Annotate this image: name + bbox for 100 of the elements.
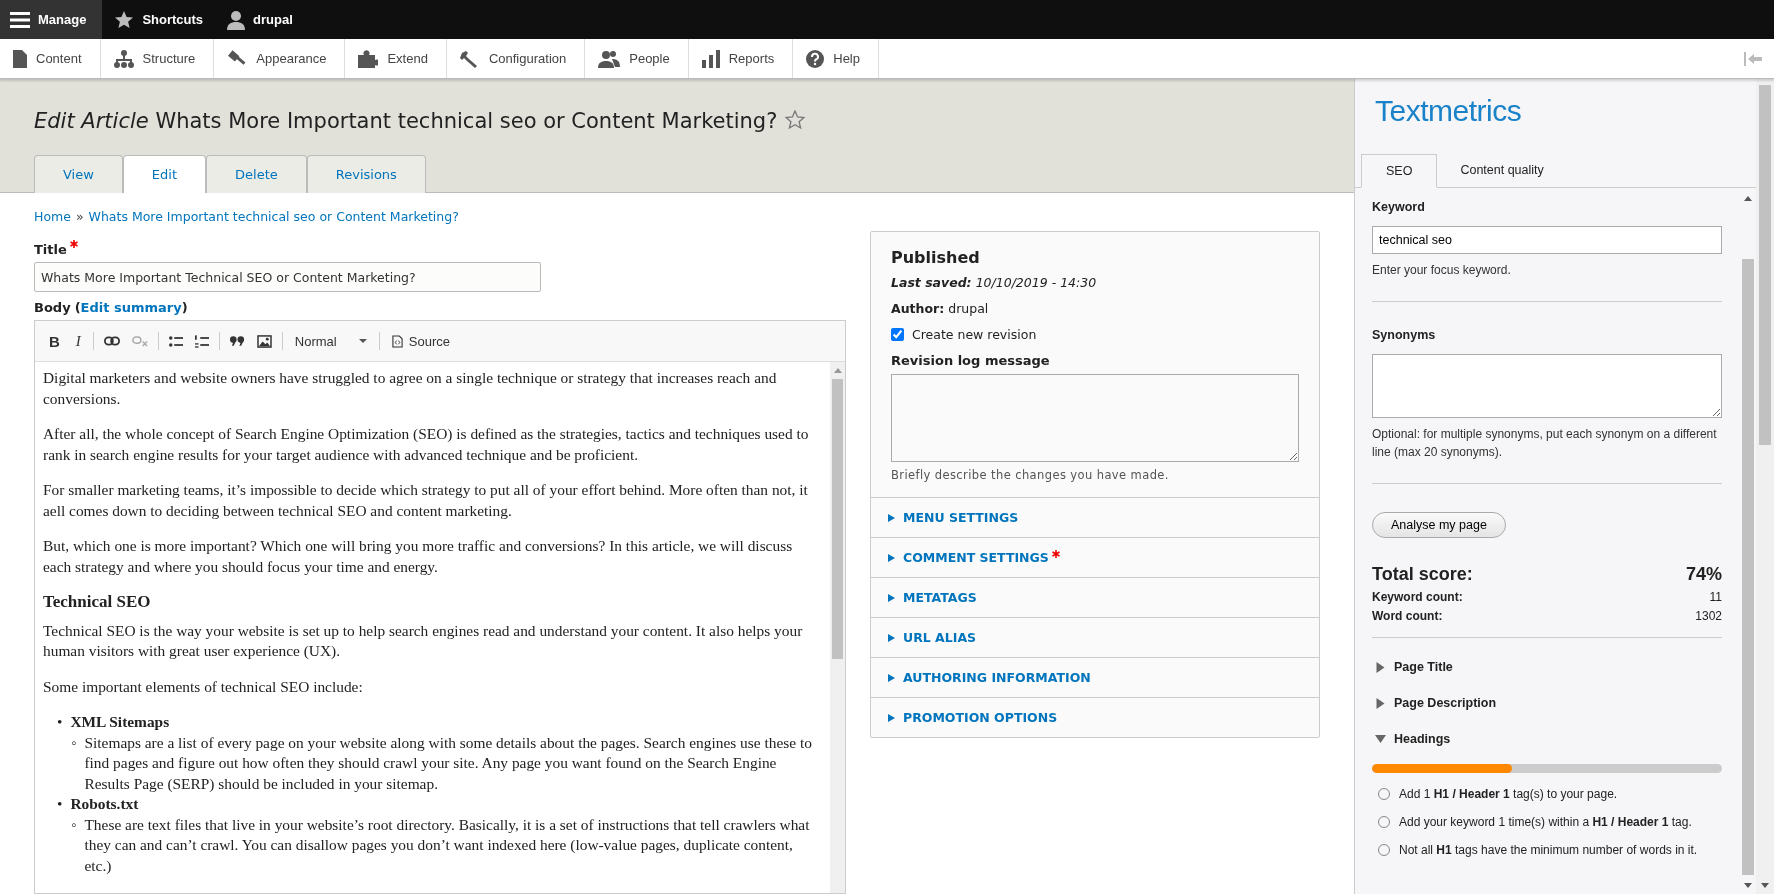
shortcuts-link[interactable]: Shortcuts: [102, 0, 216, 39]
triangle-down-icon: [1375, 735, 1386, 743]
page-scrollbar[interactable]: [1756, 79, 1774, 894]
meta-label: Author:: [891, 301, 945, 316]
nav-menu-item[interactable]: Structure: [100, 39, 215, 78]
hierarchy-icon: [113, 49, 134, 68]
scroll-down-arrow-icon[interactable]: [1761, 883, 1769, 888]
bullet-marker: ◦: [71, 814, 77, 835]
field-label: Keyword: [1372, 200, 1426, 214]
link-icon[interactable]: [103, 336, 120, 346]
stat-value: 11: [1709, 590, 1722, 604]
triangle-right-icon: [888, 553, 895, 562]
bold-button[interactable]: B: [45, 330, 64, 352]
field-label: Synonyms: [1372, 328, 1437, 342]
puzzle-icon: [358, 49, 379, 68]
collapsible-section-header[interactable]: PROMOTION OPTIONS: [888, 710, 1058, 725]
bullet-marker: •: [57, 712, 63, 732]
source-button[interactable]: Source: [387, 331, 455, 351]
body-paragraph: Technical SEO is the way your website is set up to help search engines read and understand your content. It also helps your human visitors with great user experience (UX).: [43, 620, 804, 661]
body-heading: Technical SEO: [43, 592, 152, 613]
stat-label: Word count:: [1372, 609, 1443, 623]
revision-checkbox[interactable]: [891, 328, 904, 341]
body-paragraph: Digital marketers and website owners have struggled to agree on a single technique or strategy that increases reach and conversions.: [43, 368, 778, 409]
total-score-label: Total score:: [1372, 564, 1473, 585]
keyword-input-field[interactable]: technical seo: [1372, 226, 1722, 254]
menu-icon: [10, 11, 30, 28]
page-tab[interactable]: View: [34, 155, 123, 193]
paren: (: [74, 300, 81, 315]
quote-icon[interactable]: [229, 336, 245, 346]
collapsible-section-header[interactable]: MENU SETTINGS: [888, 510, 1019, 525]
bullet-marker: •: [57, 794, 63, 814]
triangle-right-icon: [888, 513, 895, 522]
collapsible-section-header[interactable]: METATAGS: [888, 590, 977, 605]
list-item-text: These are text files that live in your website’s root directory. Basically, it is a set of instructions that tell crawlers what they can and can’t crawl. You can disallow pages you don’t want indexed here (low-value pages, duplicate content, etc.): [84, 814, 811, 876]
triangle-right-icon: [888, 633, 895, 642]
page-tab[interactable]: Revisions: [306, 155, 426, 193]
italic-button[interactable]: I: [71, 330, 85, 352]
textmetrics-logo: Textmetrics: [1374, 93, 1523, 129]
stat-label: Keyword count:: [1372, 590, 1463, 604]
scroll-up-arrow-icon[interactable]: [1744, 196, 1752, 201]
page-tab[interactable]: Delete: [206, 155, 307, 193]
document-icon: [13, 49, 27, 68]
nav-menu-item[interactable]: Extend: [345, 39, 447, 78]
analyse-button[interactable]: Analyse my page: [1372, 512, 1506, 538]
triangle-right-icon: [888, 593, 895, 602]
required-asterisk-icon: [1051, 549, 1060, 558]
collapsible-section-header[interactable]: AUTHORING INFORMATION: [888, 670, 1091, 685]
collapsible-section-header[interactable]: COMMENT SETTINGS: [888, 550, 1049, 565]
breadcrumb-link[interactable]: Whats More Important technical seo or Content Marketing?: [88, 209, 459, 224]
meta-value: drupal: [948, 301, 989, 316]
user-link[interactable]: drupal: [215, 0, 305, 39]
bulleted-list-icon[interactable]: [168, 334, 183, 348]
synonyms-field[interactable]: [1372, 354, 1722, 418]
field-label: Title: [34, 242, 67, 257]
list-item-title: XML Sitemaps: [70, 712, 170, 732]
check-item-text: Add 1 H1 / Header 1 tag(s) to your page.: [1399, 787, 1618, 801]
edit-summary-link[interactable]: Edit summary: [80, 300, 182, 315]
editor-scrollbar[interactable]: [830, 362, 845, 893]
body-paragraph: For smaller marketing teams, it’s impossible to decide which strategy to put all of your effort behind. More often than not, it aell comes down to deciding between technical SEO and content marketing.: [43, 480, 809, 521]
breadcrumb-link[interactable]: Home: [34, 209, 71, 224]
image-icon[interactable]: [256, 334, 272, 348]
title-input-field[interactable]: Whats More Important Technical SEO or Content Marketing?: [34, 262, 541, 292]
analysis-section-toggle[interactable]: Headings: [1372, 732, 1722, 746]
bullet-marker: ◦: [71, 732, 77, 753]
numbered-list-icon[interactable]: [194, 334, 209, 348]
sidebar-tab[interactable]: Content quality: [1437, 154, 1567, 188]
caret-icon: [358, 339, 367, 343]
format-dropdown[interactable]: Normal: [290, 331, 371, 351]
revision-log-field[interactable]: [891, 374, 1299, 462]
field-description: Briefly describe the changes you have made.: [891, 468, 1170, 482]
nav-menu-item[interactable]: Reports: [688, 39, 794, 78]
source-icon: [391, 334, 403, 348]
analysis-section-toggle[interactable]: Page Description: [1372, 696, 1722, 710]
star-outline-icon[interactable]: [785, 110, 806, 130]
body-paragraph: After all, the whole concept of Search Engine Optimization (SEO) is defined as the strategies, tactics and techniques used to rank in search engine results for your target audience with advanced technique and be proficient.: [43, 424, 810, 465]
analysis-section-toggle[interactable]: Page Title: [1372, 660, 1722, 674]
sidebar-tab[interactable]: SEO: [1361, 154, 1438, 188]
nav-menu-item[interactable]: Configuration: [446, 39, 586, 78]
check-item-text: Add your keyword 1 time(s) within a H1 / Header 1 tag.: [1399, 815, 1692, 829]
page-tab[interactable]: Edit: [122, 155, 207, 193]
body-paragraph: But, which one is more important? Which one will bring you more traffic and conversions? In this article, we will discuss each strategy and where you should focus your time and energy.: [43, 536, 794, 577]
star-icon: [114, 9, 135, 30]
nav-menu-item[interactable]: Appearance: [214, 39, 346, 78]
nav-menu-item[interactable]: People: [585, 39, 689, 78]
triangle-right-icon: [888, 713, 895, 722]
manage-menu-button[interactable]: Manage: [0, 0, 103, 39]
check-item-text: Not all H1 tags have the minimum number of words in it.: [1399, 843, 1698, 857]
status-heading: Published: [891, 248, 981, 267]
nav-menu-item[interactable]: Content: [0, 39, 101, 78]
unlink-icon[interactable]: [131, 335, 148, 347]
list-item-title: Robots.txt: [70, 794, 139, 814]
triangle-right-icon: [1375, 697, 1386, 709]
page-title: Edit Article Whats More Important technical seo or Content Marketing?: [34, 109, 778, 133]
collapsible-section-header[interactable]: URL ALIAS: [888, 630, 977, 645]
field-description: Optional: for multiple synonyms, put each synonym on a different line (max 20 synonyms).: [1372, 426, 1718, 461]
scroll-down-arrow-icon[interactable]: [1744, 883, 1752, 888]
checkbox-label: Create new revision: [912, 327, 1037, 342]
nav-menu-item[interactable]: Help: [793, 39, 879, 78]
meta-value: 10/10/2019 - 14:30: [975, 275, 1097, 290]
meta-label: Last saved:: [891, 275, 972, 290]
